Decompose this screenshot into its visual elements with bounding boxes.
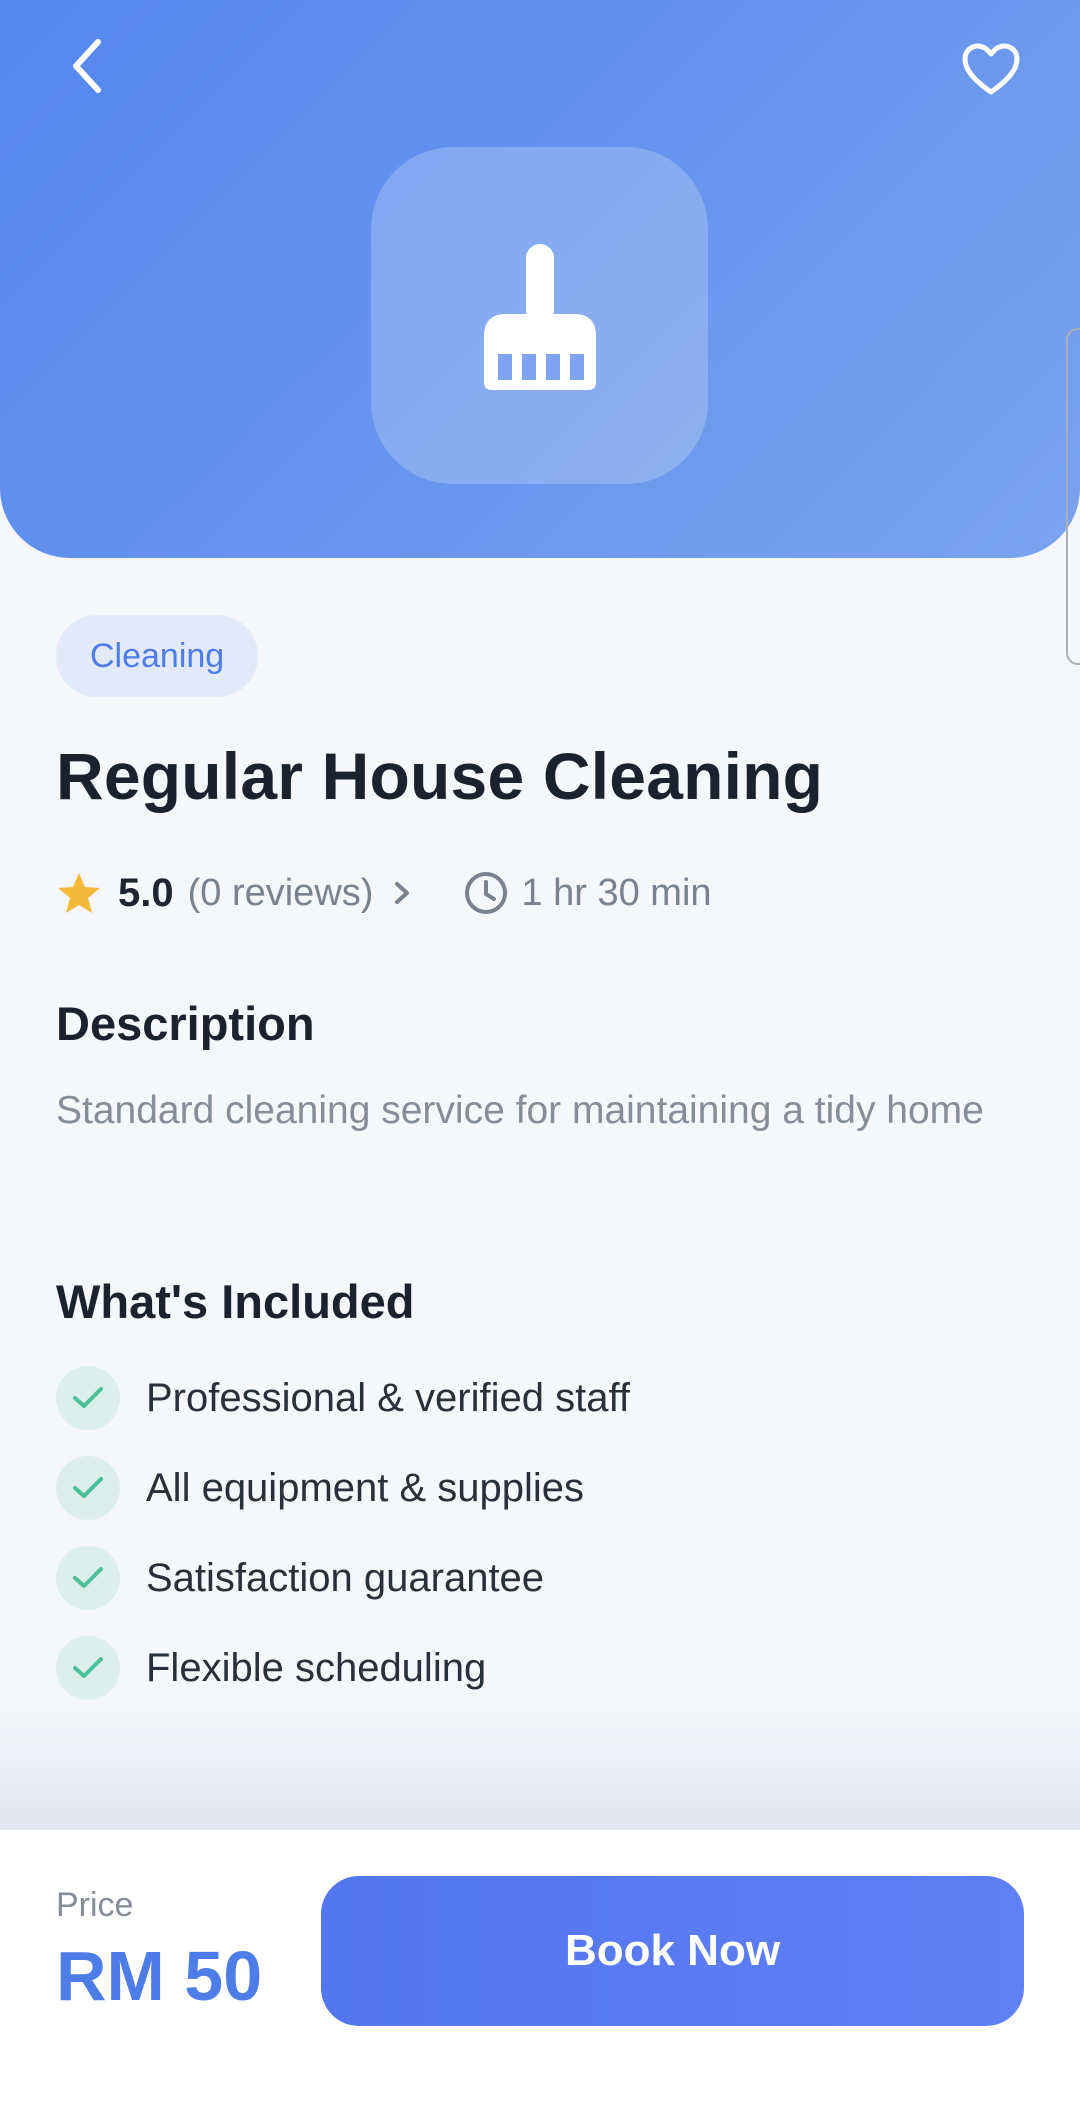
check-icon	[56, 1546, 120, 1610]
list-item: Flexible scheduling	[56, 1636, 1016, 1700]
clock-icon	[465, 872, 508, 914]
service-meta: 5.0 (0 reviews) 1 hr 30 min	[56, 864, 1036, 922]
price-label: Price	[56, 1886, 134, 1924]
included-item-label: All equipment & supplies	[146, 1465, 585, 1510]
list-item: Satisfaction guarantee	[56, 1546, 1016, 1610]
bottom-bar-shadow	[0, 1700, 1080, 1830]
duration: 1 hr 30 min	[463, 870, 712, 916]
review-count: (0 reviews)	[187, 871, 374, 914]
duration-text: 1 hr 30 min	[521, 871, 712, 914]
included-item-label: Flexible scheduling	[146, 1645, 487, 1690]
service-header	[0, 0, 1080, 558]
included-item-label: Satisfaction guarantee	[146, 1555, 545, 1600]
description-text: Standard cleaning service for maintainin…	[56, 1089, 984, 1132]
description-heading: Description	[56, 997, 315, 1050]
rating-link[interactable]: 5.0 (0 reviews)	[56, 871, 417, 916]
category-chip[interactable]: Cleaning	[56, 615, 259, 697]
scroll-indicator[interactable]	[1066, 328, 1080, 665]
broom-icon	[483, 243, 596, 390]
chevron-left-icon	[73, 39, 101, 93]
favorite-button[interactable]	[956, 34, 1026, 104]
service-icon-tile	[371, 147, 708, 484]
included-list: Professional & verified staff All equipm…	[56, 1366, 1016, 1726]
back-button[interactable]	[56, 34, 120, 98]
chevron-right-icon	[395, 882, 410, 904]
price-value: RM 50	[56, 1937, 263, 2015]
rating-value: 5.0	[118, 870, 174, 915]
check-icon	[56, 1366, 120, 1430]
included-heading: What's Included	[56, 1275, 415, 1328]
list-item: Professional & verified staff	[56, 1366, 1016, 1430]
list-item: All equipment & supplies	[56, 1456, 1016, 1520]
included-item-label: Professional & verified staff	[146, 1375, 630, 1420]
heart-outline-icon	[962, 43, 1020, 95]
star-icon	[58, 873, 100, 913]
check-icon	[56, 1456, 120, 1520]
book-now-button[interactable]: Book Now	[321, 1876, 1024, 2026]
page-title: Regular House Cleaning	[56, 739, 824, 813]
check-icon	[56, 1636, 120, 1700]
